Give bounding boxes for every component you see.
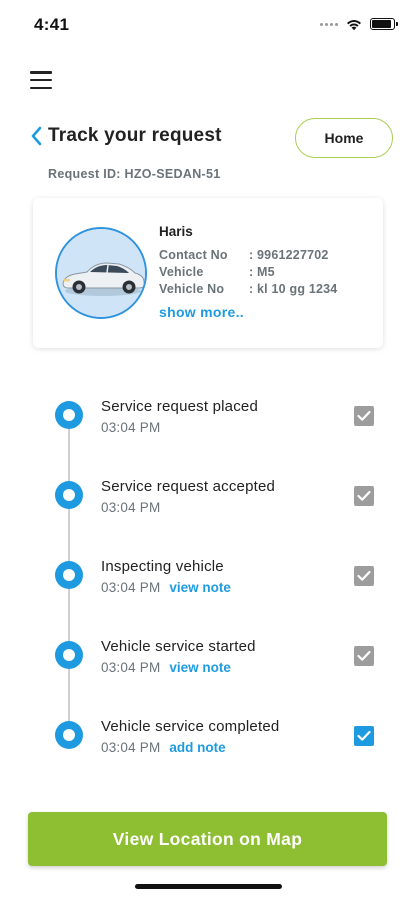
view-note-link[interactable]: view note: [169, 580, 231, 595]
step-time: 03:04 PM: [101, 500, 161, 515]
timeline-step: Service request accepted 03:04 PM: [0, 478, 415, 528]
view-note-link[interactable]: view note: [169, 660, 231, 675]
home-indicator[interactable]: [135, 884, 282, 889]
step-title: Service request accepted: [101, 478, 276, 495]
step-time: 03:04 PM: [101, 580, 161, 595]
timeline-step: Vehicle service started 03:04 PM view no…: [0, 638, 415, 688]
step-time: 03:04 PM: [101, 660, 161, 675]
step-title: Vehicle service started: [101, 638, 256, 655]
battery-level: [372, 20, 391, 28]
step-dot-icon: [55, 401, 83, 429]
step-title: Vehicle service completed: [101, 718, 280, 735]
contact-value: : 9961227702: [249, 248, 329, 262]
add-note-link[interactable]: add note: [169, 740, 225, 755]
chevron-left-icon[interactable]: [30, 126, 42, 146]
vehicle-label: Vehicle: [159, 265, 204, 279]
request-id: Request ID: HZO-SEDAN-51: [48, 167, 221, 181]
contact-label: Contact No: [159, 248, 228, 262]
menu-button[interactable]: [30, 71, 52, 89]
step-dot-icon: [55, 641, 83, 669]
step-time: 03:04 PM: [101, 740, 161, 755]
status-icons: [320, 17, 398, 31]
step-dot-icon: [55, 481, 83, 509]
step-dot-icon: [55, 721, 83, 749]
checkbox-checked-icon[interactable]: [354, 646, 374, 666]
car-image: [57, 229, 145, 317]
title-row: Track your request: [30, 125, 222, 147]
step-title: Service request placed: [101, 398, 258, 415]
page-title: Track your request: [48, 125, 222, 146]
timeline-step: Inspecting vehicle 03:04 PM view note: [0, 558, 415, 608]
vehicle-number-row: Vehicle No : kl 10 gg 1234: [159, 282, 337, 296]
vehicle-value: : M5: [249, 265, 275, 279]
battery-icon: [370, 18, 398, 30]
signal-icon: [320, 22, 338, 26]
timeline-step: Service request placed 03:04 PM: [0, 398, 415, 448]
checkbox-checked-icon[interactable]: [354, 486, 374, 506]
status-time: 4:41: [34, 15, 70, 34]
status-bar: 4:41: [0, 0, 415, 50]
vehicle-number-value: : kl 10 gg 1234: [249, 282, 338, 296]
timeline-step: Vehicle service completed 03:04 PM add n…: [0, 718, 415, 768]
owner-name: Haris: [159, 224, 193, 239]
wifi-icon: [347, 20, 361, 31]
vehicle-card: Haris Contact No : 9961227702 Vehicle : …: [33, 198, 383, 348]
vehicle-number-label: Vehicle No: [159, 282, 225, 296]
checkbox-checked-icon[interactable]: [354, 406, 374, 426]
step-time: 03:04 PM: [101, 420, 161, 435]
contact-row: Contact No : 9961227702: [159, 248, 329, 262]
checkbox-checked-icon[interactable]: [354, 566, 374, 586]
vehicle-row: Vehicle : M5: [159, 265, 275, 279]
view-location-button[interactable]: View Location on Map: [28, 812, 387, 866]
checkbox-active-icon[interactable]: [354, 726, 374, 746]
step-title: Inspecting vehicle: [101, 558, 224, 575]
home-button[interactable]: Home: [295, 118, 393, 158]
hamburger-icon: [30, 71, 52, 74]
car-avatar: [55, 227, 147, 319]
show-more-link[interactable]: show more..: [159, 304, 244, 320]
step-dot-icon: [55, 561, 83, 589]
